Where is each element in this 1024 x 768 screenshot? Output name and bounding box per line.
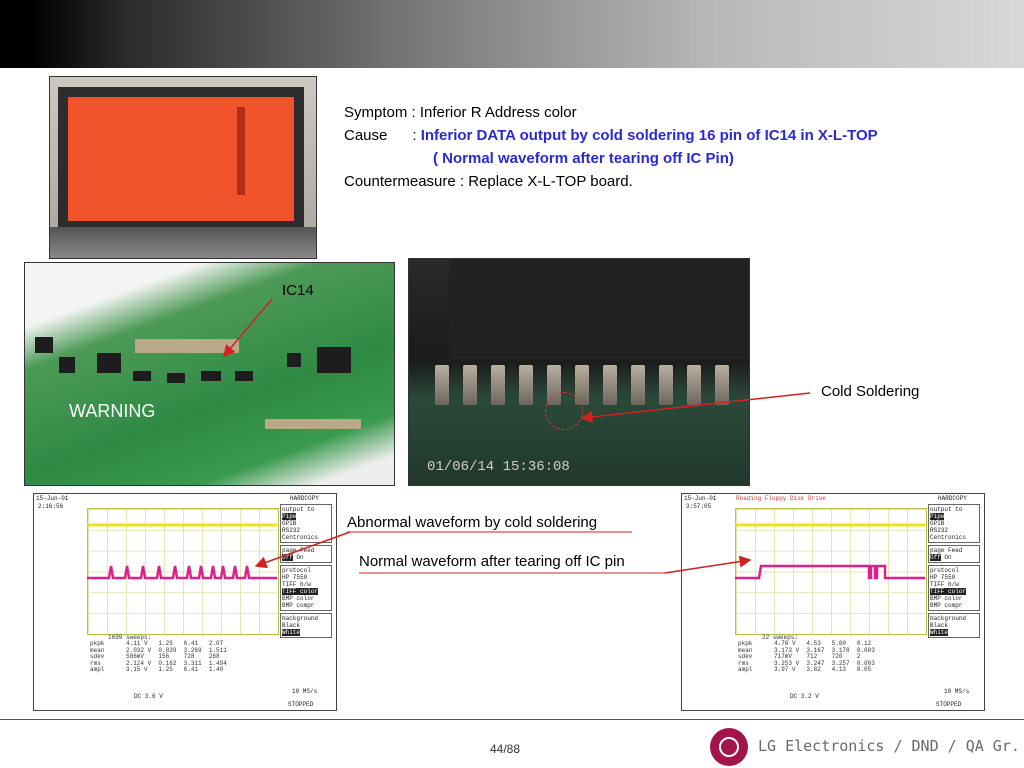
symptom-line: Symptom : Inferior R Address color — [344, 104, 577, 121]
oscilloscope-abnormal: 15-Jun-01 2:16:56 HARDCOPY output to Pipe… — [33, 493, 337, 711]
scope-stats: 22 sweeps: pkpk 4.76 V 4.53 5.00 0.12 me… — [738, 634, 923, 680]
scope-status: STOPPED — [936, 701, 962, 708]
scope-menu: output to Pipe GPIB RS232 Centronics page Fe… — [928, 496, 980, 676]
scope-stats: 1699 sweeps: pkpk 4.11 V 1.25 6.41 2.07 … — [90, 634, 275, 680]
title-banner — [0, 0, 1024, 68]
scope-menu: output to Pipe GPIB RS232 Centronics page Fe… — [280, 496, 332, 676]
countermeasure-line: Countermeasure : Replace X-L-TOP board. — [344, 173, 633, 190]
footer-divider — [0, 719, 1024, 720]
scope-left-traces — [87, 523, 277, 580]
oscilloscope-normal: 15-Jun-01 3:57:05 Reading Floppy Disk Dr… — [681, 493, 985, 711]
scope-time: 3:57:05 — [686, 503, 712, 510]
scope-header: Reading Floppy Disk Drive — [736, 495, 827, 502]
stats-row: ampl 3.97 V 3.82 4.13 0.05 — [738, 666, 872, 674]
scope-dc-readout: DC 3.2 V — [790, 693, 819, 700]
scope-right-traces — [735, 523, 925, 580]
normal-waveform-label: Normal waveform after tearing off IC pin — [359, 553, 625, 570]
scope-time: 2:16:56 — [38, 503, 64, 510]
cold-solder-highlight — [545, 392, 583, 430]
page-number: 44/88 — [490, 742, 521, 756]
stats-row: ampl 3.15 V 1.25 6.41 1.40 — [90, 666, 224, 674]
company-label: LG Electronics / DND / QA Gr. — [758, 737, 1020, 755]
scope-date: 15-Jun-01 — [684, 495, 717, 502]
cause-note: ( Normal waveform after tearing off IC P… — [433, 150, 734, 167]
scope-date: 15-Jun-01 — [36, 495, 69, 502]
pcb-photo: WARNING — [24, 262, 395, 486]
scope-dc-readout: DC 3.6 V — [134, 693, 163, 700]
ic-macro-photo: 01/06/14 15:36:08 — [408, 258, 750, 486]
scope-timebase: 10 MS/s — [292, 688, 318, 695]
cold-soldering-label: Cold Soldering — [821, 383, 920, 400]
ic14-label: IC14 — [282, 282, 314, 299]
magenta-trace-normal — [735, 564, 925, 580]
symptom-block: Symptom : Inferior R Address color Cause… — [344, 101, 878, 193]
lg-logo-icon — [710, 728, 748, 766]
magenta-trace-abnormal — [87, 565, 277, 580]
scope-status: STOPPED — [288, 701, 314, 708]
photo-timestamp: 01/06/14 15:36:08 — [427, 459, 570, 475]
pcb-warning-text: WARNING — [69, 401, 156, 421]
cause-label: Cause : — [344, 127, 421, 144]
tv-photo — [49, 76, 317, 259]
cause-text: Inferior DATA output by cold soldering 1… — [420, 127, 878, 144]
abnormal-waveform-label: Abnormal waveform by cold soldering — [347, 514, 598, 531]
scope-timebase: 10 MS/s — [944, 688, 970, 695]
